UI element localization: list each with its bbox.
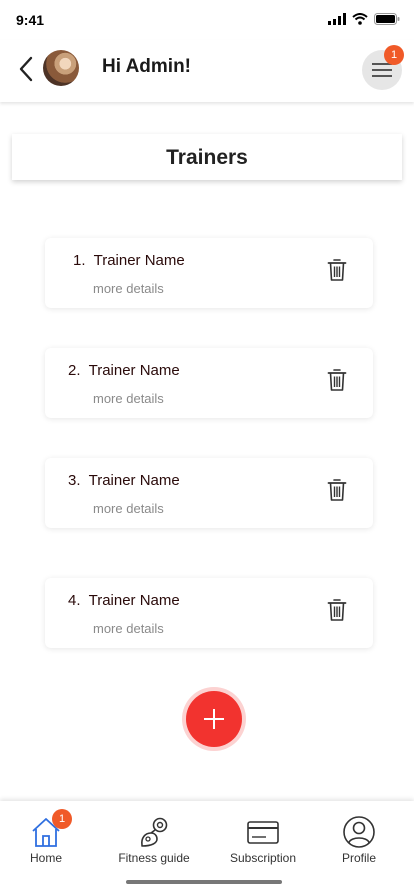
nav-fitness-guide[interactable]: Fitness guide <box>114 815 194 865</box>
trainer-details: more details <box>93 621 164 636</box>
page-title: Trainers <box>166 146 248 169</box>
signal-icon <box>328 13 346 25</box>
trainer-details: more details <box>93 391 164 406</box>
status-icons <box>328 13 400 25</box>
trainer-name: 4. Trainer Name <box>68 592 180 609</box>
trainer-card[interactable]: 3. Trainer Name more details <box>45 458 373 528</box>
trash-icon[interactable] <box>327 368 347 392</box>
add-trainer-button[interactable] <box>186 691 242 747</box>
trainer-card[interactable]: 1. Trainer Name more details <box>45 238 373 308</box>
nav-fitness-guide-label: Fitness guide <box>118 851 190 865</box>
home-indicator <box>126 880 282 884</box>
chevron-left-icon <box>19 56 33 82</box>
status-bar: 9:41 <box>0 0 414 40</box>
status-time: 9:41 <box>16 12 45 28</box>
nav-profile[interactable]: Profile <box>336 815 382 865</box>
dumbbell-arm-icon <box>141 817 168 847</box>
nav-subscription-label: Subscription <box>229 851 297 865</box>
trainer-card[interactable]: 2. Trainer Name more details <box>45 348 373 418</box>
trainer-name: 1. Trainer Name <box>73 252 185 269</box>
trash-icon[interactable] <box>327 598 347 622</box>
trainer-details: more details <box>93 501 164 516</box>
avatar[interactable] <box>43 50 79 86</box>
user-icon <box>343 816 375 848</box>
wifi-icon <box>352 13 368 25</box>
trash-icon[interactable] <box>327 478 347 502</box>
nav-profile-label: Profile <box>341 851 376 865</box>
back-button[interactable] <box>16 56 38 82</box>
greeting-title: Hi Admin! <box>102 56 192 77</box>
trash-icon[interactable] <box>327 258 347 282</box>
notification-badge: 1 <box>384 45 404 65</box>
trainer-card[interactable]: 4. Trainer Name more details <box>45 578 373 648</box>
nav-home-label: Home <box>29 851 62 865</box>
app-header: Hi Admin! 1 <box>0 40 414 102</box>
home-notification-badge: 1 <box>52 809 72 829</box>
battery-icon <box>374 13 400 25</box>
trainer-details: more details <box>93 281 164 296</box>
trainer-name: 3. Trainer Name <box>68 472 180 489</box>
trainer-name: 2. Trainer Name <box>68 362 180 379</box>
page-title-card: Trainers <box>12 134 402 180</box>
nav-subscription[interactable]: Subscription <box>226 815 300 865</box>
credit-card-icon <box>247 821 279 844</box>
